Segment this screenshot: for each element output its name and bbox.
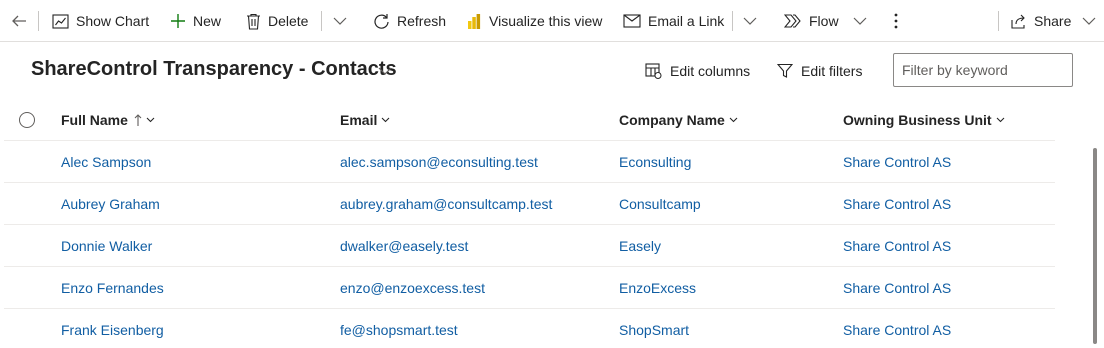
more-vertical-icon (894, 13, 898, 29)
email-link-button[interactable]: Email a Link (623, 0, 724, 42)
company-link[interactable]: Easely (619, 238, 661, 254)
chevron-down-icon (333, 17, 347, 25)
trash-icon (247, 13, 260, 30)
more-commands-button[interactable] (893, 0, 899, 42)
business-unit-link[interactable]: Share Control AS (843, 322, 951, 338)
email-link[interactable]: fe@shopsmart.test (340, 322, 458, 338)
view-title: ShareControl Transparency - Contacts (31, 58, 397, 80)
show-chart-button[interactable]: Show Chart (52, 0, 149, 42)
back-arrow-icon (12, 15, 26, 27)
view-selector-chevron[interactable] (378, 62, 392, 78)
new-label: New (193, 13, 222, 29)
column-header-label: Owning Business Unit (843, 112, 992, 128)
edit-filters-label: Edit filters (801, 63, 863, 79)
edit-columns-button[interactable]: Edit columns (645, 61, 750, 81)
visualize-label: Visualize this view (489, 13, 603, 29)
divider (38, 11, 39, 31)
visualize-view-button[interactable]: Visualize this view (467, 0, 602, 42)
email-link-label: Email a Link (648, 13, 725, 29)
company-link[interactable]: Consultcamp (619, 196, 701, 212)
flow-icon (784, 14, 801, 28)
email-link[interactable]: dwalker@easely.test (340, 238, 468, 254)
chevron-down-icon (378, 67, 392, 75)
company-link[interactable]: Econsulting (619, 154, 691, 170)
chart-icon (52, 13, 69, 29)
business-unit-link[interactable]: Share Control AS (843, 238, 951, 254)
table-row[interactable]: Alec Sampson alec.sampson@econsulting.te… (4, 140, 1055, 182)
email-link-more-chevron[interactable] (743, 0, 757, 42)
column-header-label: Company Name (619, 112, 725, 128)
email-link[interactable]: aubrey.graham@consultcamp.test (340, 196, 552, 212)
chevron-down-icon (853, 17, 866, 25)
column-header-label: Email (340, 112, 378, 128)
column-header-company-name[interactable]: Company Name (619, 110, 738, 130)
business-unit-link[interactable]: Share Control AS (843, 154, 951, 170)
column-header-full-name[interactable]: Full Name (61, 110, 155, 130)
email-link[interactable]: alec.sampson@econsulting.test (340, 154, 538, 170)
full-name-link[interactable]: Donnie Walker (61, 238, 152, 254)
command-bar: Show Chart New Delete Refresh Visualize … (0, 0, 1104, 42)
new-button[interactable]: New (170, 0, 221, 42)
full-name-link[interactable]: Aubrey Graham (61, 196, 160, 212)
divider (998, 11, 999, 31)
flow-button[interactable]: Flow (784, 0, 867, 42)
power-bi-icon (468, 13, 481, 29)
column-header-email[interactable]: Email (340, 110, 390, 130)
select-all-radio[interactable] (19, 112, 35, 128)
delete-label: Delete (268, 13, 309, 29)
table-row[interactable]: Donnie Walker dwalker@easely.test Easely… (4, 224, 1055, 266)
full-name-link[interactable]: Alec Sampson (61, 154, 151, 170)
table-row[interactable]: Aubrey Graham aubrey.graham@consultcamp.… (4, 182, 1055, 224)
divider (732, 11, 733, 31)
delete-more-chevron[interactable] (333, 0, 347, 42)
chevron-down-icon (146, 117, 155, 123)
filter-keyword-input[interactable] (893, 53, 1073, 87)
edit-columns-label: Edit columns (670, 63, 751, 79)
delete-button[interactable]: Delete (246, 0, 308, 42)
show-chart-label: Show Chart (76, 13, 150, 29)
scrollbar-thumb[interactable] (1093, 148, 1097, 344)
table-row[interactable]: Frank Eisenberg fe@shopsmart.test ShopSm… (4, 308, 1055, 348)
share-label: Share (1034, 13, 1072, 29)
refresh-icon (374, 13, 389, 29)
chevron-down-icon (996, 117, 1004, 123)
divider (321, 11, 322, 31)
chevron-down-icon (729, 117, 738, 123)
sort-ascending-icon (134, 113, 142, 126)
edit-columns-icon (645, 63, 662, 79)
share-button[interactable]: Share (1011, 0, 1096, 42)
business-unit-link[interactable]: Share Control AS (843, 196, 951, 212)
flow-label: Flow (809, 13, 839, 29)
filter-icon (777, 63, 793, 78)
column-header-owning-business-unit[interactable]: Owning Business Unit (843, 110, 1005, 130)
table-row[interactable]: Enzo Fernandes enzo@enzoexcess.test Enzo… (4, 266, 1055, 308)
email-icon (623, 14, 641, 28)
company-link[interactable]: ShopSmart (619, 322, 689, 338)
chevron-down-icon (1082, 17, 1096, 25)
email-link[interactable]: enzo@enzoexcess.test (340, 280, 485, 296)
refresh-button[interactable]: Refresh (373, 0, 446, 42)
plus-icon (171, 14, 185, 28)
business-unit-link[interactable]: Share Control AS (843, 280, 951, 296)
full-name-link[interactable]: Enzo Fernandes (61, 280, 164, 296)
edit-filters-button[interactable]: Edit filters (777, 61, 862, 81)
chevron-down-icon (381, 117, 390, 123)
company-link[interactable]: EnzoExcess (619, 280, 696, 296)
full-name-link[interactable]: Frank Eisenberg (61, 322, 164, 338)
column-header-label: Full Name (61, 112, 128, 128)
share-icon (1011, 14, 1025, 29)
back-button[interactable] (10, 0, 28, 42)
refresh-label: Refresh (397, 13, 447, 29)
chevron-down-icon (743, 17, 757, 25)
